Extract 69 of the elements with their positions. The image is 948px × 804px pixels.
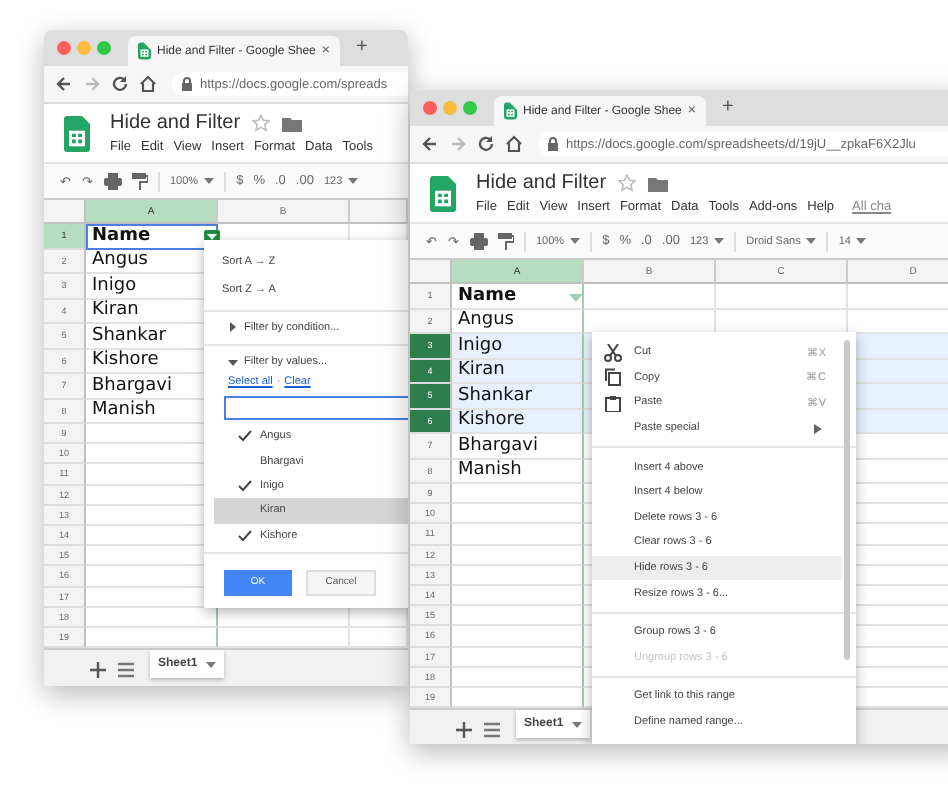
plus-icon[interactable]: [456, 722, 472, 739]
table-cell[interactable]: [452, 545, 584, 566]
caret-icon: [570, 236, 581, 246]
caret-icon: [856, 236, 867, 246]
reload-icon[interactable]: [110, 74, 130, 94]
home-icon[interactable]: [504, 134, 524, 154]
table-cell[interactable]: [452, 647, 584, 668]
plus-icon[interactable]: [90, 662, 106, 679]
caret-icon: [348, 176, 359, 186]
print-icon[interactable]: [104, 172, 122, 190]
document-title: Hide and Filter: [110, 112, 241, 134]
print-icon[interactable]: [470, 232, 488, 250]
column-header[interactable]: [350, 200, 408, 224]
forward-icon[interactable]: [448, 134, 468, 154]
window-controls-icon[interactable]: [422, 100, 482, 116]
list-icon[interactable]: [118, 662, 134, 679]
table-cell[interactable]: [452, 585, 584, 607]
sheets-icon: [504, 102, 518, 120]
list-icon[interactable]: [484, 722, 500, 739]
new-tab-button[interactable]: +: [356, 35, 368, 57]
table-cell[interactable]: [452, 667, 584, 688]
lock-icon: [180, 76, 194, 92]
sheets-logo-icon: [64, 115, 90, 151]
table-cell[interactable]: [452, 606, 584, 627]
copy-icon: [604, 368, 622, 387]
scissors-icon: [604, 343, 622, 362]
forward-icon[interactable]: [82, 74, 102, 94]
lock-icon: [546, 136, 560, 152]
caret-icon: [806, 236, 817, 246]
folder-icon[interactable]: [282, 115, 303, 131]
table-cell[interactable]: [452, 484, 584, 505]
expand-arrow-icon[interactable]: [228, 322, 238, 333]
table-cell[interactable]: [452, 504, 584, 525]
caret-icon: [571, 719, 582, 730]
select-all-corner[interactable]: [44, 200, 86, 224]
document-title: Hide and Filter: [476, 172, 607, 194]
reload-icon[interactable]: [476, 134, 496, 154]
sheets-logo-icon: [430, 175, 456, 211]
select-all-corner[interactable]: [410, 260, 452, 284]
table-cell[interactable]: Inigo: [452, 334, 584, 359]
paint-format-icon[interactable]: [498, 232, 514, 250]
search-field[interactable]: [224, 396, 408, 420]
star-icon[interactable]: [618, 174, 637, 192]
table-cell[interactable]: Manish: [452, 459, 584, 484]
new-tab-button[interactable]: +: [722, 95, 734, 117]
folder-icon[interactable]: [648, 175, 669, 191]
table-cell[interactable]: Shankar: [452, 384, 584, 409]
table-cell[interactable]: [716, 284, 848, 309]
table-cell[interactable]: [452, 565, 584, 586]
home-icon[interactable]: [138, 74, 158, 94]
back-icon[interactable]: [54, 74, 74, 94]
table-cell[interactable]: Kiran: [452, 359, 584, 384]
submenu-arrow-icon: [814, 423, 822, 434]
table-cell[interactable]: Kishore: [452, 409, 584, 434]
star-icon[interactable]: [252, 114, 271, 132]
caret-icon: [714, 236, 725, 246]
window-controls-icon[interactable]: [56, 40, 116, 56]
table-cell[interactable]: [584, 284, 716, 309]
sheets-icon: [138, 42, 152, 60]
caret-icon: [204, 176, 215, 186]
clipboard-icon: [604, 393, 622, 412]
table-cell[interactable]: [452, 524, 584, 546]
table-cell[interactable]: [452, 626, 584, 647]
scrollbar[interactable]: [844, 340, 850, 660]
collapse-arrow-icon[interactable]: [228, 357, 238, 368]
table-cell[interactable]: Bhargavi: [452, 434, 584, 459]
back-icon[interactable]: [420, 134, 440, 154]
caret-icon: [205, 659, 216, 670]
paint-format-icon[interactable]: [132, 172, 148, 190]
